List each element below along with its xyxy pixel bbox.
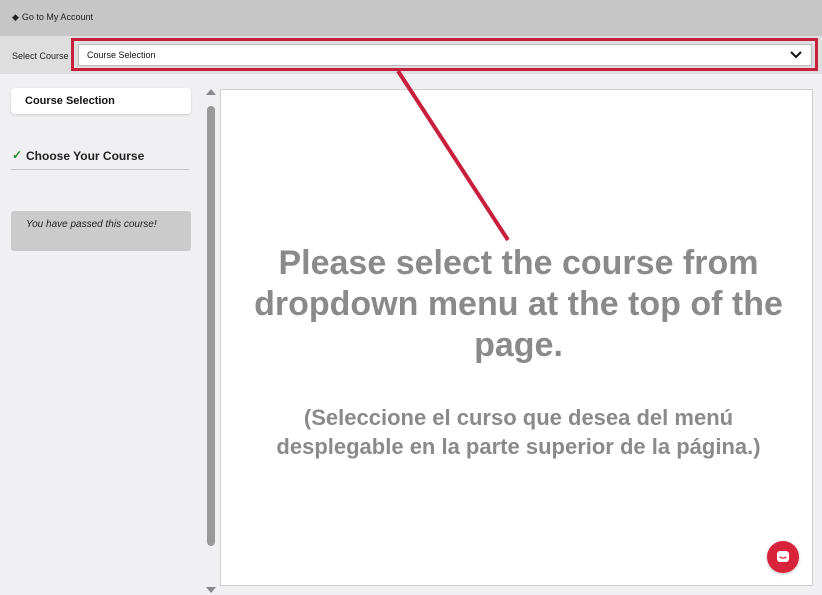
passed-message: You have passed this course! (26, 219, 157, 230)
select-course-instruction: Please select the course from dropdown m… (254, 244, 783, 364)
sidebar-item-label: Choose Your Course (26, 149, 145, 163)
sidebar-item-choose-your-course[interactable]: ✓ Choose Your Course (11, 145, 189, 170)
scroll-down-arrow-icon[interactable] (206, 587, 216, 593)
top-bar: ◆ Go to My Account (0, 0, 822, 36)
chat-bubble-icon (777, 551, 789, 562)
go-to-my-account-link[interactable]: ◆ Go to My Account (12, 12, 93, 22)
chat-button[interactable] (767, 541, 799, 573)
sidebar-tab-label: Course Selection (25, 95, 115, 107)
sidebar-tab-course-selection[interactable]: Course Selection (11, 88, 191, 114)
diamond-icon: ◆ (12, 11, 19, 22)
checkmark-icon: ✓ (12, 148, 23, 162)
scrollbar-thumb[interactable] (207, 106, 215, 546)
select-course-label: Select Course (12, 51, 69, 61)
content-panel: Please select the course from dropdown m… (220, 89, 813, 586)
course-passed-notice: You have passed this course! (11, 211, 191, 251)
select-course-instruction-spanish: (Seleccione el curso que desea del menú … (276, 405, 761, 459)
sidebar-scrollbar[interactable] (205, 89, 217, 595)
scroll-up-arrow-icon[interactable] (206, 89, 216, 95)
dropdown-highlight-box (71, 38, 818, 71)
back-link-label: Go to My Account (21, 12, 93, 22)
